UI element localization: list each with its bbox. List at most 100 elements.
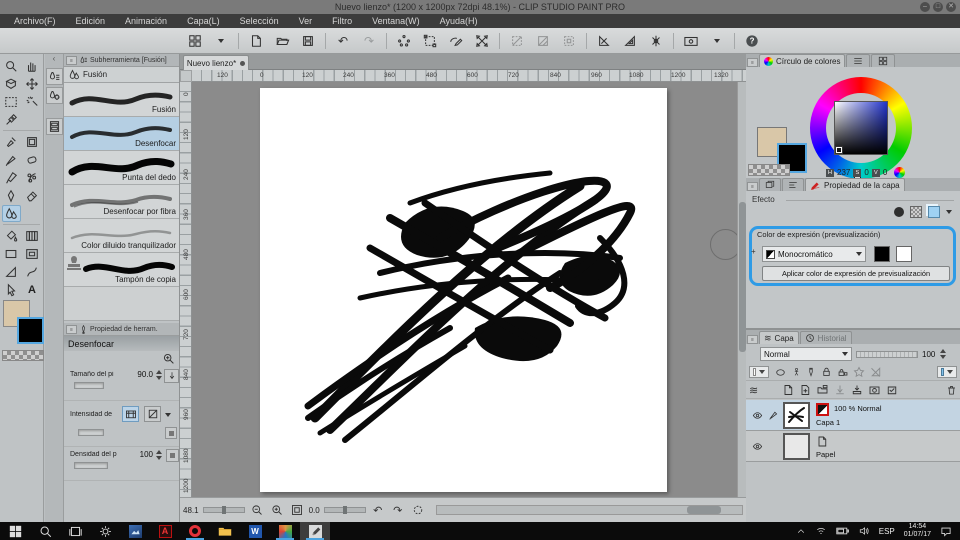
tab-layer-property[interactable]: Propiedad de la capa [805, 178, 905, 191]
zoom-slider[interactable] [202, 506, 245, 514]
timeline-dock-icon[interactable] [45, 118, 63, 135]
saturation-value-square[interactable] [834, 101, 888, 155]
density-stepper[interactable] [155, 449, 163, 461]
tab-color-set[interactable] [871, 54, 896, 67]
tab-historial[interactable]: Historial [799, 331, 852, 344]
hue-wheel[interactable] [810, 77, 912, 179]
screenshot-icon[interactable] [679, 31, 703, 51]
tool-property-dock-icon[interactable] [45, 87, 63, 104]
reset-view-icon[interactable] [410, 502, 426, 518]
lock-alpha-icon[interactable] [837, 366, 848, 378]
horizontal-scrollbar-thumb[interactable] [687, 506, 722, 514]
eyedropper-tool-icon[interactable] [2, 111, 21, 128]
paint-app-icon[interactable] [270, 522, 300, 540]
opera-app-icon[interactable] [180, 522, 210, 540]
density-dynamics-button[interactable] [166, 449, 179, 462]
expression-color-dropdown[interactable]: Monocromático [762, 246, 866, 262]
screenshot-caret-icon[interactable] [705, 31, 729, 51]
kneaded-eraser-tool-icon[interactable] [23, 187, 42, 204]
tool-property-menu-icon[interactable]: ≡ [66, 324, 77, 334]
operation-tool-icon[interactable] [2, 281, 21, 298]
intensity-caret-icon[interactable] [165, 413, 171, 417]
intensity-extra-button[interactable] [165, 427, 177, 439]
ink-tool-icon[interactable] [2, 187, 21, 204]
menu-ver[interactable]: Ver [299, 16, 313, 26]
subtool-dock-icon[interactable] [45, 68, 63, 85]
vertical-scrollbar-thumb[interactable] [739, 202, 746, 352]
subtool-item-desenfocar[interactable]: Desenfocar [64, 117, 179, 151]
intensity-mode-b-button[interactable] [144, 406, 161, 422]
layer-row-capa1[interactable]: 100 % Normal Capa 1 [746, 400, 960, 431]
close-button[interactable]: ✕ [946, 2, 956, 12]
fit-to-screen-icon[interactable] [289, 502, 305, 518]
battery-icon[interactable] [836, 526, 849, 536]
intensity-slider[interactable] [78, 429, 104, 436]
merge-down-icon[interactable] [851, 384, 863, 396]
move-tool-icon[interactable] [23, 75, 42, 92]
menu-animacion[interactable]: Animación [125, 16, 167, 26]
menu-edicion[interactable]: Edición [76, 16, 106, 26]
hand-tool-icon[interactable] [23, 57, 42, 74]
mask-area-icon[interactable] [774, 367, 787, 378]
scale-rotate-icon[interactable] [470, 31, 494, 51]
subtool-panel-menu-icon[interactable]: ≡ [66, 55, 77, 65]
tone-effect-icon[interactable] [910, 206, 922, 218]
border-effect-icon[interactable] [894, 207, 904, 217]
wifi-icon[interactable] [815, 526, 827, 536]
tab-capa[interactable]: ≋ Capa [759, 331, 799, 344]
draft-layer-icon[interactable] [806, 366, 816, 378]
color-mode-toggle-icon[interactable] [894, 167, 906, 178]
magnifier-settings-icon[interactable] [162, 352, 175, 365]
photos-app-icon[interactable] [120, 522, 150, 540]
subtool-item-desenfocar-por-fibra[interactable]: Desenfocar por fibra [64, 185, 179, 219]
brush-size-slider[interactable] [74, 382, 104, 389]
rotate-canvas-tool-icon[interactable] [2, 75, 21, 92]
tray-chevron-icon[interactable] [796, 527, 806, 536]
expression-expand-icon[interactable]: + [751, 247, 756, 256]
menu-filtro[interactable]: Filtro [332, 16, 352, 26]
auto-select-tool-icon[interactable] [23, 93, 42, 110]
subtool-item-fusion[interactable]: Fusión [64, 83, 179, 117]
layer-color-dropdown[interactable] [937, 366, 957, 378]
palette-color-dropdown[interactable] [749, 366, 769, 378]
subtool-item-color-diluido[interactable]: Color diluido tranquilizador [64, 219, 179, 253]
deselect-icon[interactable] [392, 31, 416, 51]
word-app-icon[interactable]: W [240, 522, 270, 540]
fill-tool-icon[interactable] [2, 227, 21, 244]
lasso-pen-icon[interactable] [444, 31, 468, 51]
subtool-group-tab[interactable]: Fusión [64, 67, 179, 83]
new-layer-icon[interactable] [782, 384, 794, 396]
reference-layer-icon[interactable] [792, 366, 801, 378]
task-view-icon[interactable] [60, 522, 90, 540]
layer-row-papel[interactable]: Papel [746, 431, 960, 462]
density-slider[interactable] [74, 462, 108, 469]
pen-tool-icon[interactable] [2, 151, 21, 168]
zoom-in-icon[interactable] [269, 502, 285, 518]
action-center-icon[interactable] [940, 526, 952, 537]
file-explorer-icon[interactable] [210, 522, 240, 540]
figure-tool-icon[interactable] [2, 245, 21, 262]
transparent-color-swatch[interactable] [2, 350, 44, 361]
mask-icon[interactable] [868, 384, 881, 396]
layer1-thumbnail[interactable] [783, 402, 810, 429]
tab-layer-property-alt1[interactable] [759, 178, 781, 191]
language-indicator[interactable]: ESP [879, 527, 895, 536]
background-color-swatch[interactable] [17, 317, 44, 344]
color-panel-menu-icon[interactable]: ≡ [747, 58, 758, 67]
menu-ventana[interactable]: Ventana(W) [372, 16, 420, 26]
horizontal-scrollbar[interactable] [435, 505, 743, 515]
eraser-tool-icon[interactable] [23, 151, 42, 168]
subtool-item-punta-del-dedo[interactable]: Punta del dedo [64, 151, 179, 185]
layers-panel-menu-icon[interactable]: ≡ [747, 335, 758, 344]
start-button[interactable] [0, 522, 30, 540]
subtool-item-tampon-de-copia[interactable]: Tampón de copia [64, 253, 179, 287]
canvas-page[interactable] [260, 88, 667, 492]
expression-black-swatch[interactable] [874, 246, 890, 262]
zoom-tool-icon[interactable] [2, 57, 21, 74]
main-menu-icon[interactable] [183, 31, 207, 51]
brush-size-dynamics-button[interactable] [164, 369, 179, 383]
document-tab[interactable]: Nuevo lienzo* [183, 55, 249, 70]
taskbar-search-icon[interactable] [30, 522, 60, 540]
redo-icon[interactable]: ↷ [357, 31, 381, 51]
opacity-slider[interactable] [856, 350, 918, 358]
